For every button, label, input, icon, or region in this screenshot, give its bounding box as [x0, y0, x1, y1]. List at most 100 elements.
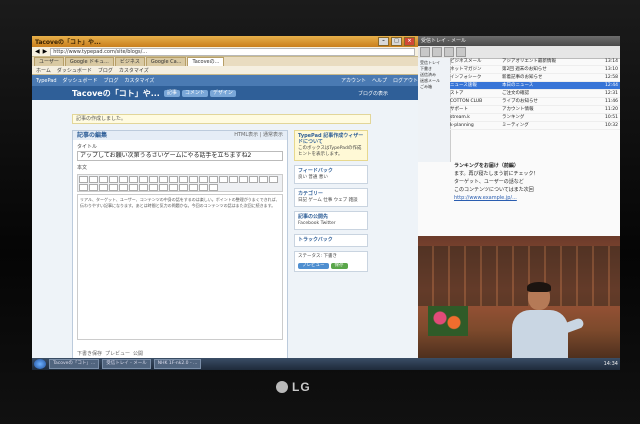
- editor-footer-link[interactable]: 公開: [133, 350, 143, 357]
- bookmark-item[interactable]: ブログ: [98, 67, 113, 74]
- toolbar-button-icon[interactable]: [129, 184, 138, 191]
- bookmark-item[interactable]: カスタマイズ: [119, 67, 149, 74]
- toolbar-button-icon[interactable]: [259, 176, 268, 183]
- mail-row[interactable]: ネットマガジン 第2回 週末のお知らせ 13:10: [450, 66, 620, 74]
- person-hair: [527, 282, 551, 292]
- maximize-icon[interactable]: □: [391, 37, 402, 46]
- toolbar-button-icon[interactable]: [159, 184, 168, 191]
- post-body-textarea[interactable]: リアル、ターゲット、ユーザー、コンテンツの中身の話をするのは楽しい。ポイントの整…: [77, 194, 283, 340]
- blog-title[interactable]: Tacoveの「コト」や...: [72, 88, 160, 99]
- toolbar-button-icon[interactable]: [119, 176, 128, 183]
- video-player[interactable]: [418, 236, 620, 370]
- mail-row[interactable]: ニュース速報 本日のニュース 12:44: [450, 82, 620, 90]
- mail-from: COTTON CLUB: [450, 99, 483, 104]
- mail-row[interactable]: インフォシーク 新着記事のお知らせ 12:58: [450, 74, 620, 82]
- reply-icon[interactable]: [420, 47, 430, 57]
- nav-item[interactable]: カスタマイズ: [125, 77, 155, 84]
- editor-footer-link[interactable]: プレビュー: [105, 350, 130, 357]
- taskbar-item[interactable]: NHK 1F-nk2.0 - ...: [153, 359, 202, 369]
- video-flowers: [428, 306, 468, 336]
- toolbar-button-icon[interactable]: [109, 176, 118, 183]
- editor-header: 記事の編集 HTML表示 | 通常表示: [73, 131, 287, 140]
- browser-tab[interactable]: Tacoveの...: [187, 57, 225, 66]
- mail-row[interactable]: k-planning ミーティング 10:32: [450, 122, 620, 130]
- blog-pill[interactable]: 記事: [163, 89, 180, 97]
- toolbar-button-icon[interactable]: [129, 176, 138, 183]
- toolbar-button-icon[interactable]: [149, 184, 158, 191]
- taskbar-item[interactable]: 受信トレイ - メール: [102, 359, 151, 369]
- nav-item[interactable]: ヘルプ: [372, 77, 387, 84]
- nav-item[interactable]: アカウント: [341, 77, 366, 84]
- browser-tab[interactable]: Google ドキュ...: [64, 57, 114, 66]
- nav-item[interactable]: ブログ: [104, 77, 119, 84]
- mail-row[interactable]: COTTON CLUB ライブのお知らせ 11:46: [450, 98, 620, 106]
- toolbar-button-icon[interactable]: [249, 176, 258, 183]
- view-blog-link[interactable]: ブログの表示: [358, 90, 388, 97]
- browser-tab[interactable]: Google Ca...: [145, 57, 187, 66]
- toolbar-button-icon[interactable]: [179, 176, 188, 183]
- start-button-icon[interactable]: [34, 359, 46, 369]
- save-button[interactable]: 保存: [330, 263, 348, 269]
- bookmark-item[interactable]: ホーム: [36, 67, 51, 74]
- print-icon[interactable]: [456, 47, 466, 57]
- editor-footer-link[interactable]: 下書き保存: [77, 350, 102, 357]
- toolbar-button-icon[interactable]: [209, 176, 218, 183]
- toolbar-button-icon[interactable]: [99, 184, 108, 191]
- toolbar-button-icon[interactable]: [79, 184, 88, 191]
- nav-item[interactable]: ログアウト: [393, 77, 418, 84]
- toolbar-button-icon[interactable]: [229, 176, 238, 183]
- mail-date: 11:20: [605, 107, 618, 112]
- back-icon[interactable]: ◀: [35, 48, 40, 55]
- mail-folder[interactable]: ごみ箱: [420, 84, 448, 90]
- toolbar-button-icon[interactable]: [199, 176, 208, 183]
- delete-icon[interactable]: [444, 47, 454, 57]
- forward-icon[interactable]: ▶: [43, 48, 48, 55]
- toolbar-button-icon[interactable]: [219, 176, 228, 183]
- mail-row[interactable]: stream.k ランキング 10:51: [450, 114, 620, 122]
- toolbar-button-icon[interactable]: [239, 176, 248, 183]
- mail-subject: 第2回 週末のお知らせ: [502, 67, 547, 72]
- toolbar-button-icon[interactable]: [89, 176, 98, 183]
- toolbar-button-icon[interactable]: [99, 176, 108, 183]
- toolbar-button-icon[interactable]: [169, 176, 178, 183]
- post-title-input[interactable]: アップしてお願い次第うるさいゲームにやる話手を立ちますね2: [77, 151, 283, 161]
- nav-item[interactable]: ダッシュボード: [63, 77, 98, 84]
- preview-button[interactable]: プレビュー: [298, 263, 329, 269]
- toolbar-button-icon[interactable]: [189, 184, 198, 191]
- close-icon[interactable]: ×: [404, 37, 415, 46]
- toolbar-button-icon[interactable]: [149, 176, 158, 183]
- toolbar-button-icon[interactable]: [269, 176, 278, 183]
- bookmark-item[interactable]: ダッシュボード: [57, 67, 92, 74]
- toolbar-button-icon[interactable]: [209, 184, 218, 191]
- preview-link[interactable]: http://www.example.jp/...: [454, 194, 616, 202]
- browser-tab[interactable]: ビジネス: [114, 57, 145, 66]
- toolbar-button-icon[interactable]: [109, 184, 118, 191]
- editor-mode-toggle[interactable]: HTML表示 | 通常表示: [234, 131, 283, 140]
- toolbar-button-icon[interactable]: [179, 184, 188, 191]
- mail-row[interactable]: ビジネスメール アジアオリエント最新情報 13:14: [450, 58, 620, 66]
- toolbar-button-icon[interactable]: [79, 176, 88, 183]
- status-select[interactable]: 下書き: [322, 254, 337, 259]
- toolbar-button-icon[interactable]: [189, 176, 198, 183]
- toolbar-button-icon[interactable]: [119, 184, 128, 191]
- forward-mail-icon[interactable]: [432, 47, 442, 57]
- toolbar-button-icon[interactable]: [199, 184, 208, 191]
- mail-titlebar: 受信トレイ - メール: [418, 36, 620, 46]
- mail-date: 11:46: [605, 99, 618, 104]
- nav-item[interactable]: TypePad: [36, 78, 57, 84]
- blog-pill[interactable]: デザイン: [209, 89, 236, 97]
- toolbar-button-icon[interactable]: [139, 176, 148, 183]
- url-input[interactable]: http://www.typepad.com/site/blogs/...: [50, 47, 415, 56]
- toolbar-button-icon[interactable]: [169, 184, 178, 191]
- minimize-icon[interactable]: –: [378, 37, 389, 46]
- browser-tab[interactable]: ユーザー: [34, 57, 64, 66]
- mail-row[interactable]: サポート アカウント情報 11:20: [450, 106, 620, 114]
- blog-pill[interactable]: コメント: [181, 89, 208, 97]
- mail-message-list: ビジネスメール アジアオリエント最新情報 13:14 ネットマガジン 第2回 週末のお知…: [450, 58, 620, 158]
- toolbar-button-icon[interactable]: [159, 176, 168, 183]
- mail-row[interactable]: ストア ご注文の確認 12:31: [450, 90, 620, 98]
- toolbar-button-icon[interactable]: [139, 184, 148, 191]
- typepad-nav: TypePad ダッシュボード ブログ カスタマイズ アカウント ヘルプ ログアウト: [32, 75, 418, 86]
- taskbar-item[interactable]: Tacoveの「コト」...: [49, 359, 100, 369]
- toolbar-button-icon[interactable]: [89, 184, 98, 191]
